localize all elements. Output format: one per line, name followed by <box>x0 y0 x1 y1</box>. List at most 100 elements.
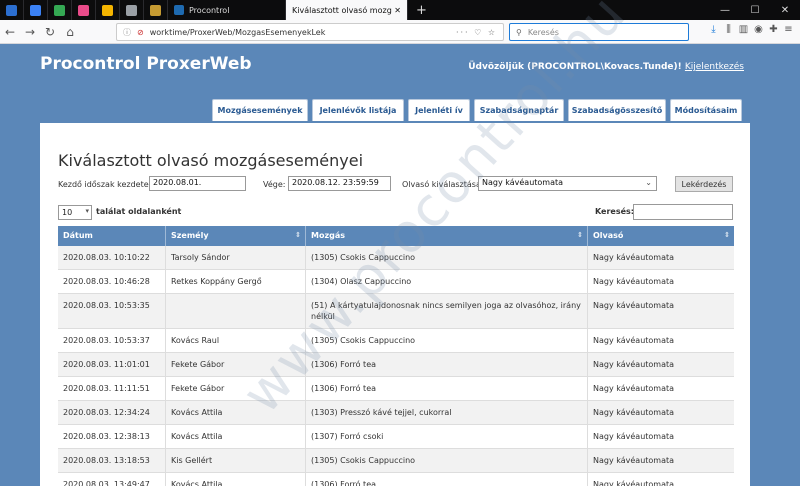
table-row[interactable]: 2020.08.03. 12:34:24 Kovács Attila (1303) … <box>58 401 734 425</box>
cell-szemely: Kovács Attila <box>166 473 306 486</box>
cell-olvaso: Nagy kávéautomata <box>593 408 675 417</box>
cell-datum: 2020.08.03. 11:11:51 <box>58 377 166 400</box>
content-panel: Kiválasztott olvasó mozgáseseményei Kezd… <box>40 0 750 486</box>
cell-szemely: Retkes Koppány Gergő <box>166 270 306 293</box>
reload-icon[interactable]: ↻ <box>40 25 60 39</box>
pinned-tab[interactable] <box>96 0 120 20</box>
cell-mozgas: (1306) Forró tea <box>306 473 588 486</box>
reader-select-value: Nagy kávéautomata <box>482 178 564 187</box>
page-actions-icon[interactable]: ··· ♡ ☆ <box>456 28 497 37</box>
chevron-down-icon: ⌄ <box>645 178 652 187</box>
chevron-down-icon: ▾ <box>85 207 89 215</box>
brand-title: Procontrol ProxerWeb <box>40 54 252 74</box>
library-icon[interactable]: ⫼ <box>721 24 736 35</box>
tab-procontrol[interactable]: Procontrol <box>168 0 286 20</box>
cell-olvaso: Nagy kávéautomata <box>593 277 675 286</box>
cell-datum: 2020.08.03. 12:38:13 <box>58 425 166 448</box>
table-row[interactable]: 2020.08.03. 10:46:28 Retkes Koppány Gergő… <box>58 270 734 294</box>
cell-olvaso: Nagy kávéautomata <box>593 301 675 310</box>
table-row[interactable]: 2020.08.03. 10:10:22 Tarsoly Sándor (1305)… <box>58 246 734 270</box>
home-icon[interactable]: ⌂ <box>60 25 80 39</box>
cell-mozgas: (1306) Forró tea <box>306 377 588 400</box>
pinwheel2-icon <box>102 4 113 16</box>
cell-datum: 2020.08.03. 10:10:22 <box>58 246 166 269</box>
table-search-input[interactable] <box>633 204 733 220</box>
cell-olvaso: Nagy kávéautomata <box>593 336 675 345</box>
cell-mozgas: (1305) Csokis Cappuccino <box>306 449 588 472</box>
search-bar[interactable]: ⚲ Keresés <box>509 23 689 41</box>
events-table: Dátum Személy ⇕ Mozgás ⇕ Olvasó ⇕ 2020.08.0… <box>58 226 734 486</box>
maximize-icon[interactable]: ☐ <box>740 5 770 16</box>
menu-icon[interactable]: ≡ <box>781 24 796 35</box>
table-row[interactable]: 2020.08.03. 11:01:01 Fekete Gábor (1306) F… <box>58 353 734 377</box>
globe-icon <box>126 4 137 16</box>
cell-szemely: Kis Gellért <box>166 449 306 472</box>
url-text: worktime/ProxerWeb/MozgasEsemenyekLek <box>149 27 326 37</box>
download-icon[interactable]: ⤓ <box>706 24 721 35</box>
new-tab-button[interactable]: + <box>408 3 435 18</box>
column-header-datum[interactable]: Dátum <box>58 226 166 246</box>
pinned-tab[interactable] <box>72 0 96 20</box>
table-row[interactable]: 2020.08.03. 10:53:37 Kovács Raul (1305) Cs… <box>58 329 734 353</box>
tab-jelenlevok[interactable]: Jelenlévők listája <box>312 99 404 121</box>
cell-olvaso: Nagy kávéautomata <box>593 360 675 369</box>
query-button[interactable]: Lekérdezés <box>675 176 733 192</box>
page-length-select[interactable]: 10 ▾ <box>58 205 92 220</box>
welcome-message: Üdvözöljük (PROCONTROL\Kovacs.Tunde)! <box>468 62 682 72</box>
tab-jelenleti-iv[interactable]: Jelenléti ív <box>408 99 470 121</box>
search-icon: ⚲ <box>516 27 522 37</box>
pinned-tab[interactable] <box>144 0 168 20</box>
close-tab-icon[interactable]: ✕ <box>394 6 401 15</box>
insecure-lock-icon[interactable]: ⊘ <box>137 28 144 37</box>
pinned-tab[interactable] <box>120 0 144 20</box>
extension-icon[interactable]: ✚ <box>766 24 781 35</box>
back-icon[interactable]: ← <box>0 25 20 39</box>
table-row[interactable]: 2020.08.03. 13:18:53 Kis Gellért (1305) Cs… <box>58 449 734 473</box>
table-row[interactable]: 2020.08.03. 11:11:51 Fekete Gábor (1306) F… <box>58 377 734 401</box>
cell-olvaso: Nagy kávéautomata <box>593 253 675 262</box>
minimize-icon[interactable]: — <box>710 5 740 16</box>
tab-szabadsagnaptar[interactable]: Szabadságnaptár <box>474 99 564 121</box>
end-label: Vége: <box>263 180 286 189</box>
logout-link[interactable]: Kijelentkezés <box>685 62 744 72</box>
cell-mozgas: (1303) Presszó kávé tejjel, cukorral <box>306 401 588 424</box>
forward-icon[interactable]: → <box>20 25 40 39</box>
sort-icon: ⇕ <box>724 231 730 239</box>
cell-datum: 2020.08.03. 11:01:01 <box>58 353 166 376</box>
reader-select[interactable]: Nagy kávéautomata ⌄ <box>478 176 657 191</box>
tab-modositasaim[interactable]: Módosításaim <box>670 99 742 121</box>
pinned-tab[interactable] <box>24 0 48 20</box>
search-label: Keresés: <box>595 207 635 216</box>
cell-mozgas: (1305) Csokis Cappuccino <box>306 329 588 352</box>
column-header-olvaso[interactable]: Olvasó ⇕ <box>588 226 734 246</box>
cell-szemely: Fekete Gábor <box>166 353 306 376</box>
table-header: Dátum Személy ⇕ Mozgás ⇕ Olvasó ⇕ <box>58 226 734 246</box>
sort-icon: ⇕ <box>295 231 301 239</box>
end-date-input[interactable]: 2020.08.12. 23:59:59 <box>288 176 391 191</box>
cell-szemely: Kovács Attila <box>166 425 306 448</box>
sort-icon: ⇕ <box>577 231 583 239</box>
cell-mozgas: (1306) Forró tea <box>306 353 588 376</box>
maps-icon <box>54 4 65 16</box>
start-date-input[interactable]: 2020.08.01. <box>149 176 246 191</box>
tab-mozgasesemenyek[interactable]: Mozgásesemények <box>212 99 308 121</box>
tab-szabadsagosszesito[interactable]: Szabadságösszesítő <box>568 99 666 121</box>
reader-label: Olvasó kiválasztása <box>402 180 481 189</box>
pinned-tab[interactable] <box>48 0 72 20</box>
url-bar[interactable]: ⓘ ⊘ worktime/ProxerWeb/MozgasEsemenyekLe… <box>116 23 504 41</box>
pinned-tab[interactable] <box>0 0 24 20</box>
cell-olvaso: Nagy kávéautomata <box>593 432 675 441</box>
tab-active[interactable]: Kiválasztott olvasó mozgásesem ✕ <box>286 0 408 20</box>
cell-szemely <box>166 294 306 328</box>
table-body: 2020.08.03. 10:10:22 Tarsoly Sándor (1305)… <box>58 246 734 486</box>
table-row[interactable]: 2020.08.03. 10:53:35 (51) A kártyatulajdo… <box>58 294 734 329</box>
column-header-szemely[interactable]: Személy ⇕ <box>166 226 306 246</box>
close-window-icon[interactable]: ✕ <box>770 5 800 16</box>
sidebar-icon[interactable]: ▥ <box>736 24 751 35</box>
table-row[interactable]: 2020.08.03. 13:49:47 Kovács Attila (1306) … <box>58 473 734 486</box>
info-icon[interactable]: ⓘ <box>123 27 131 38</box>
map-icon <box>150 4 161 16</box>
account-icon[interactable]: ◉ <box>751 24 766 35</box>
column-header-mozgas[interactable]: Mozgás ⇕ <box>306 226 588 246</box>
table-row[interactable]: 2020.08.03. 12:38:13 Kovács Attila (1307) … <box>58 425 734 449</box>
